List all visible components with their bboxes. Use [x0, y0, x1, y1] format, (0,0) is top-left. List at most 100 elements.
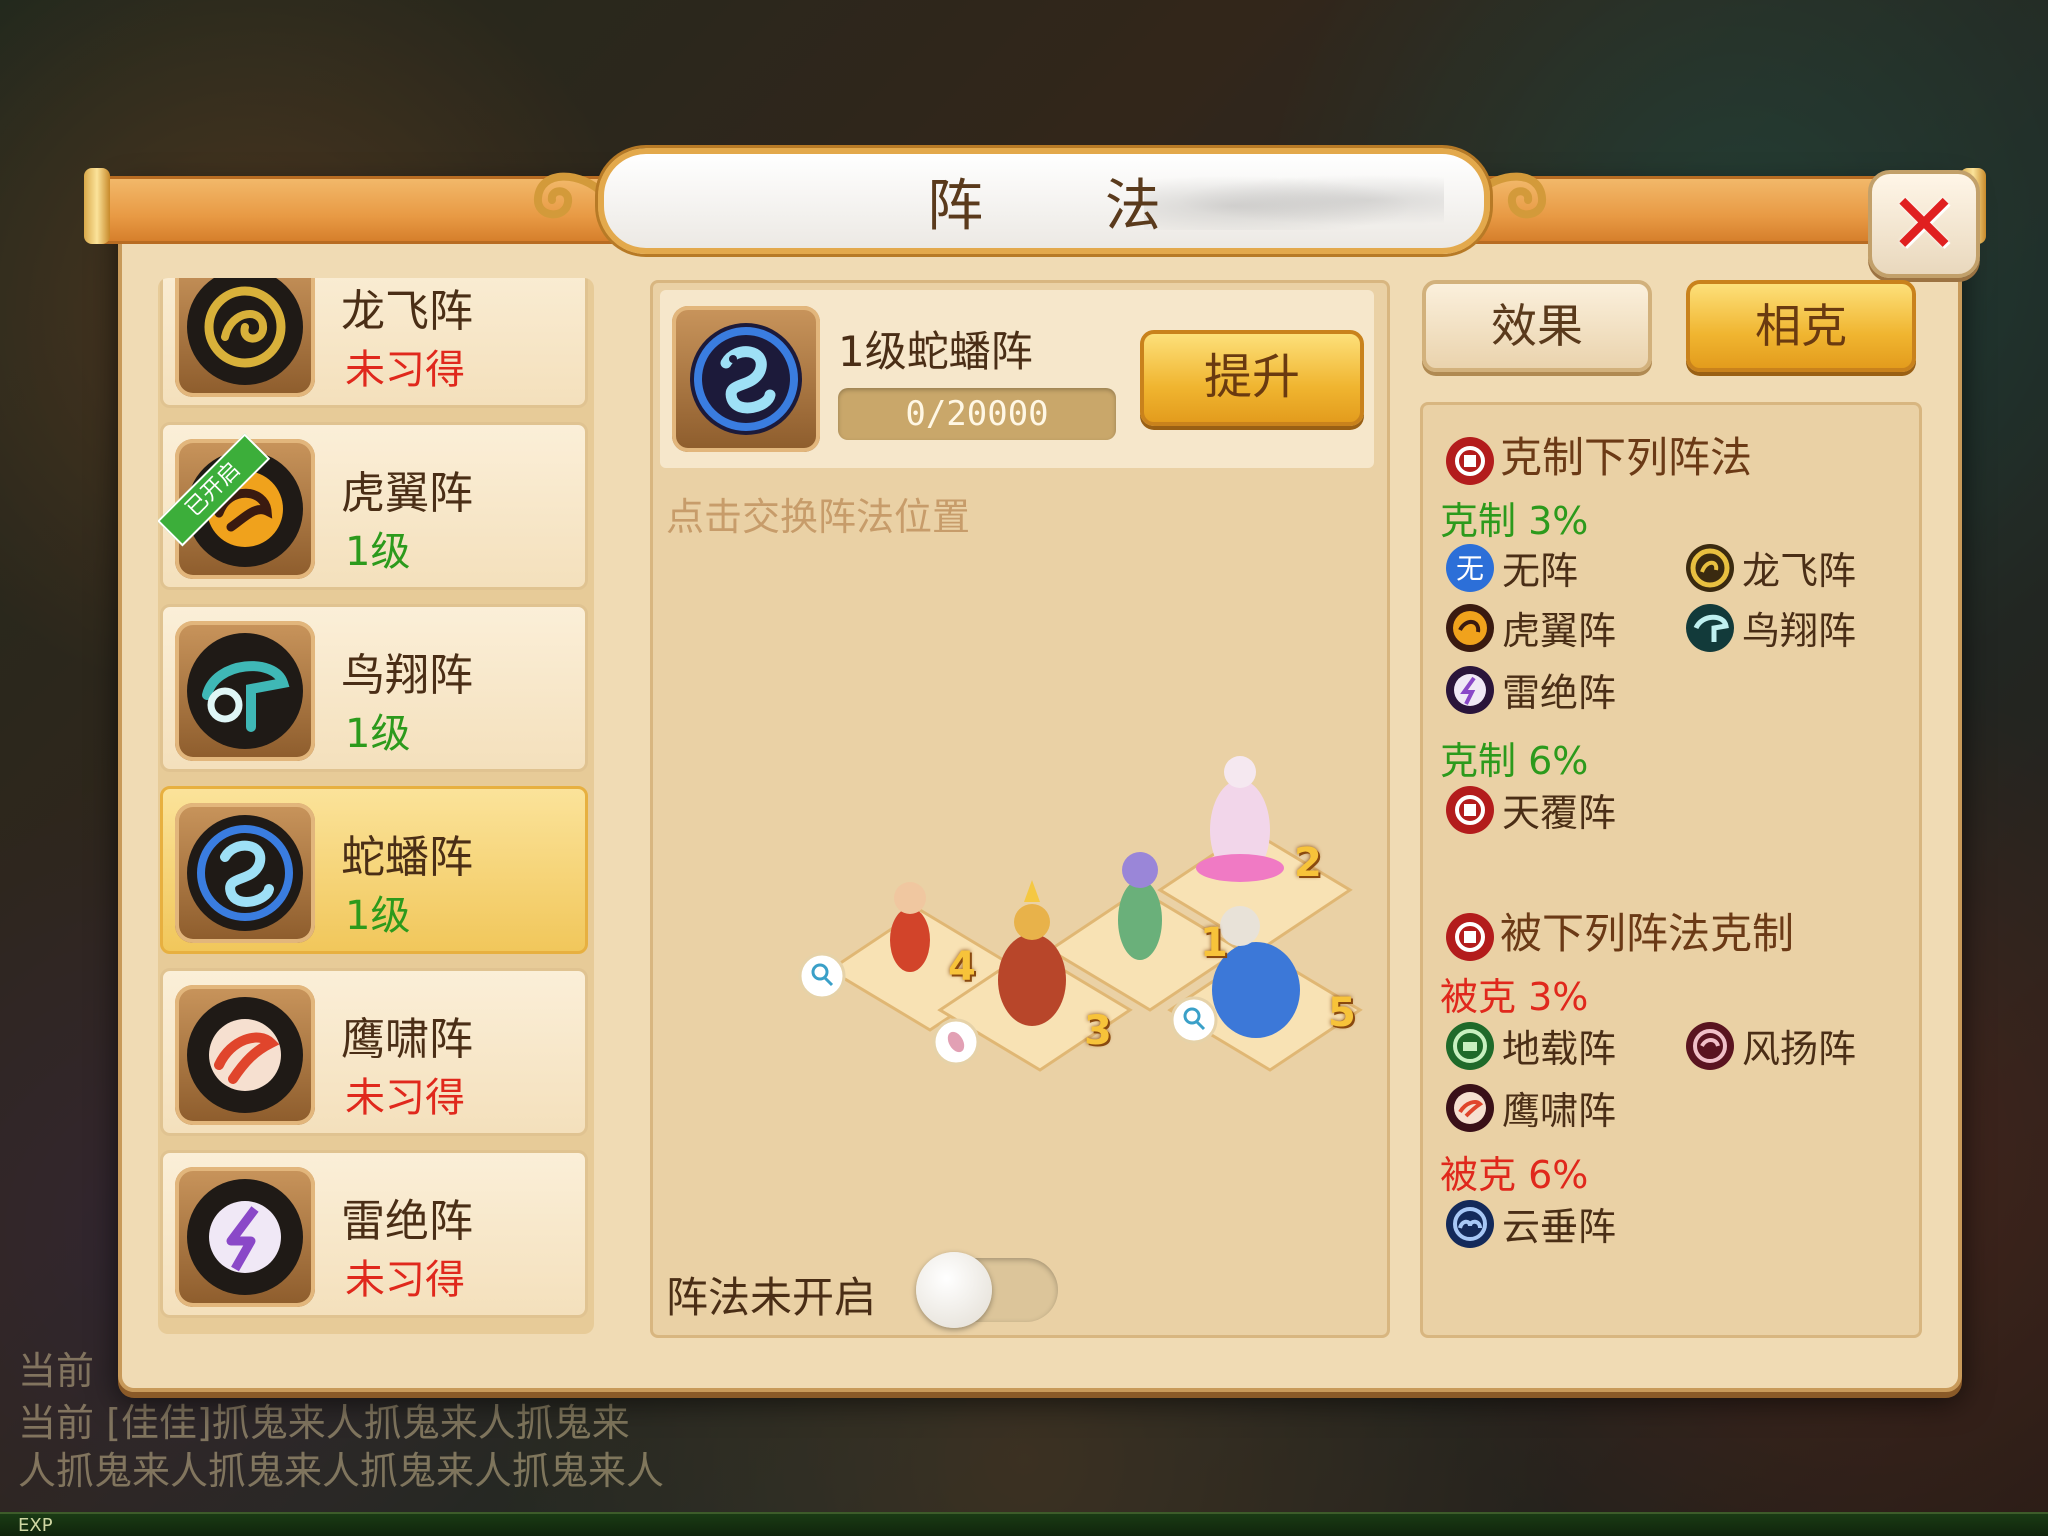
entry-name: 云垂阵 — [1502, 1205, 1617, 1249]
formation-list-item[interactable]: 鹰啸阵 未习得 — [160, 968, 588, 1136]
formation-toggle-label: 阵法未开启 — [666, 1273, 877, 1322]
heaven-emblem-icon — [1446, 912, 1494, 961]
counter-entry: 鹰啸阵 — [1444, 1080, 1616, 1135]
formation-name: 鸟翔阵 — [341, 650, 473, 701]
character-slot-3[interactable] — [998, 880, 1066, 1026]
formation-list-item[interactable]: 雷绝阵 未习得 — [160, 1150, 588, 1318]
zoom-marker[interactable] — [798, 952, 846, 1000]
group-value: 6% — [1528, 1153, 1589, 1197]
counter-entry: 云垂阵 — [1444, 1196, 1616, 1251]
exp-bar — [0, 1512, 2048, 1536]
formation-grid — [798, 756, 1363, 1072]
beaten-heading-text: 被下列阵法克制 — [1500, 909, 1795, 958]
entry-name: 雷绝阵 — [1502, 671, 1617, 715]
counter-entry: 无 无阵 — [1444, 540, 1578, 595]
formation-name: 虎翼阵 — [341, 468, 473, 519]
group-value: 3% — [1528, 499, 1589, 543]
formation-name: 雷绝阵 — [341, 1196, 473, 1247]
heaven-emblem-icon — [1446, 785, 1494, 834]
formation-icon-frame — [175, 985, 315, 1125]
entry-name: 鸟翔阵 — [1742, 609, 1857, 653]
formation-icon-frame — [175, 621, 315, 761]
entry-name: 天覆阵 — [1502, 791, 1617, 835]
group-value: 6% — [1528, 739, 1589, 783]
group-label: 被克 — [1440, 975, 1517, 1019]
counter-entry: 风扬阵 — [1684, 1018, 1856, 1073]
position-number: 2 — [1294, 840, 1322, 886]
snake-emblem-icon — [187, 815, 303, 931]
bird-emblem-icon — [1686, 603, 1734, 652]
chat-line: 当前 [佳佳]抓鬼来人抓鬼来人抓鬼来 — [18, 1401, 630, 1445]
formation-name: 蛇蟠阵 — [341, 832, 473, 883]
entry-name: 风扬阵 — [1742, 1027, 1857, 1071]
group-value: 3% — [1528, 975, 1589, 1019]
entry-name: 地载阵 — [1502, 1027, 1617, 1071]
toggle-knob[interactable] — [916, 1252, 992, 1328]
heaven-emblem-icon — [1446, 436, 1494, 485]
beaten-heading: 被下列阵法克制 — [1444, 900, 1794, 963]
beaten-6pct-label: 被克 6% — [1440, 1144, 1588, 1199]
entry-name: 无阵 — [1502, 549, 1579, 593]
formation-status: 未习得 — [345, 347, 465, 393]
position-number: 5 — [1328, 990, 1356, 1036]
counter-entry: 雷绝阵 — [1444, 662, 1616, 717]
character-slot-4[interactable] — [890, 882, 930, 972]
formation-toggle-switch[interactable] — [916, 1252, 1058, 1328]
group-label: 克制 — [1440, 739, 1517, 783]
entry-name: 龙飞阵 — [1742, 549, 1857, 593]
chat-line: 当前 — [18, 1349, 95, 1393]
no-formation-icon: 无 — [1446, 543, 1494, 592]
group-label: 被克 — [1440, 1153, 1517, 1197]
title-plate: 阵 法 — [598, 148, 1490, 254]
formation-diagram[interactable]: 4 3 1 2 5 — [770, 690, 1390, 1120]
swap-position-hint: 点击交换阵法位置 — [666, 495, 971, 539]
upgrade-progress-bar: 0/20000 — [838, 388, 1116, 440]
tab-counter[interactable]: 相克 — [1686, 280, 1916, 372]
zoom-marker[interactable] — [1170, 996, 1218, 1044]
window-title: 阵 法 — [927, 173, 1213, 239]
character-slot-1[interactable] — [1118, 852, 1162, 960]
counter-entry: 虎翼阵 — [1444, 600, 1616, 655]
formation-icon-frame — [175, 803, 315, 943]
close-button[interactable]: ✕ — [1868, 170, 1980, 278]
formation-status: 1级 — [345, 893, 411, 939]
entry-name: 鹰啸阵 — [1502, 1089, 1617, 1133]
dragon-emblem-icon — [1686, 543, 1734, 592]
petal-marker[interactable] — [932, 1018, 980, 1066]
character-slot-2[interactable] — [1196, 756, 1284, 882]
tab-effect[interactable]: 效果 — [1422, 280, 1652, 372]
bird-emblem-icon — [187, 633, 303, 749]
counter-entry: 天覆阵 — [1444, 782, 1616, 837]
formation-icon-frame — [175, 278, 315, 397]
formation-level-name: 1级蛇蟠阵 — [838, 327, 1033, 376]
dragon-emblem-icon — [187, 278, 303, 385]
chat-line: 人抓鬼来人抓鬼来人抓鬼来人抓鬼来人 — [18, 1449, 665, 1493]
formation-list-item[interactable]: 鸟翔阵 1级 — [160, 604, 588, 772]
formation-list-item[interactable]: 蛇蟠阵 1级 — [160, 786, 588, 954]
beats-3pct-label: 克制 3% — [1440, 490, 1588, 545]
counter-entry: 鸟翔阵 — [1684, 600, 1856, 655]
position-number: 4 — [948, 944, 976, 990]
formation-icon-frame — [175, 1167, 315, 1307]
eagle-emblem-icon — [1446, 1083, 1494, 1132]
formation-list[interactable]: 龙飞阵 未习得 已开启 虎翼阵 1级 鸟翔阵 1级 蛇蟠阵 1级 鹰啸阵 未习得 雷绝阵 未习得 — [158, 278, 594, 1334]
group-label: 克制 — [1440, 499, 1517, 543]
position-number: 3 — [1084, 1008, 1112, 1054]
svg-text:无: 无 — [1456, 552, 1484, 585]
ornament-curl-icon — [534, 172, 609, 219]
formation-status: 1级 — [345, 711, 411, 757]
formation-status: 未习得 — [345, 1257, 465, 1303]
thunder-emblem-icon — [187, 1179, 303, 1295]
wind-emblem-icon — [1686, 1021, 1734, 1070]
thunder-emblem-icon — [1446, 665, 1494, 714]
upgrade-button[interactable]: 提升 — [1140, 330, 1364, 426]
formation-status: 未习得 — [345, 1075, 465, 1121]
entry-name: 虎翼阵 — [1502, 609, 1617, 653]
formation-list-item[interactable]: 已开启 虎翼阵 1级 — [158, 422, 588, 590]
eagle-emblem-icon — [187, 997, 303, 1113]
close-icon: ✕ — [1888, 175, 1960, 273]
earth-emblem-icon — [1446, 1021, 1494, 1070]
selected-formation-icon-frame — [672, 306, 820, 452]
formation-list-item[interactable]: 龙飞阵 未习得 — [160, 278, 588, 408]
cloud-emblem-icon — [1446, 1199, 1494, 1248]
